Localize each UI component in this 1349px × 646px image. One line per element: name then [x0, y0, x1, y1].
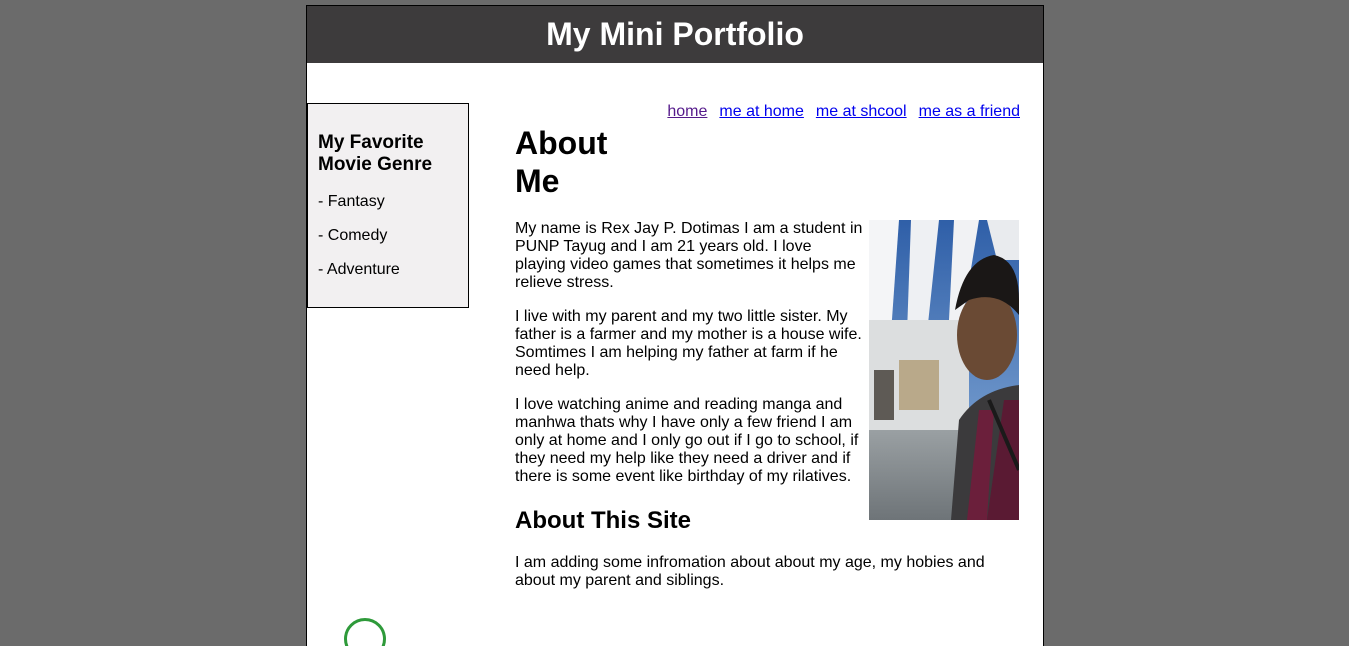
about-me-heading: About Me	[515, 125, 608, 199]
nav-link-me-at-school[interactable]: me at shcool	[816, 103, 907, 120]
genre-item-comedy: - Comedy	[318, 227, 388, 244]
sidebar-favorite-genres: My Favorite Movie Genre - Fantasy - Come…	[307, 103, 469, 308]
page-container: My Mini Portfolio My Favorite Movie Genr…	[306, 5, 1044, 646]
profile-photo	[869, 220, 1019, 520]
nav-link-me-at-home[interactable]: me at home	[719, 103, 803, 120]
site-header: My Mini Portfolio	[307, 6, 1043, 63]
site-title: My Mini Portfolio	[546, 16, 804, 52]
genre-item-fantasy: - Fantasy	[318, 193, 385, 210]
nav-link-home[interactable]: home	[667, 103, 707, 120]
about-site-heading: About This Site	[515, 507, 691, 534]
nav-link-me-as-a-friend[interactable]: me as a friend	[919, 103, 1020, 120]
sidebar-heading: My Favorite Movie Genre	[318, 132, 433, 175]
genre-item-adventure: - Adventure	[318, 261, 400, 278]
about-paragraph-1: My name is Rex Jay P. Dotimas I am a stu…	[515, 220, 863, 291]
about-paragraph-2: I live with my parent and my two little …	[515, 308, 862, 379]
main-nav: home me at home me at shcool me as a friend	[655, 102, 1020, 122]
badge-icon	[344, 618, 386, 646]
about-site-paragraph: I am adding some infromation about about…	[515, 554, 985, 589]
about-paragraph-3: I love watching anime and reading manga …	[515, 396, 859, 485]
